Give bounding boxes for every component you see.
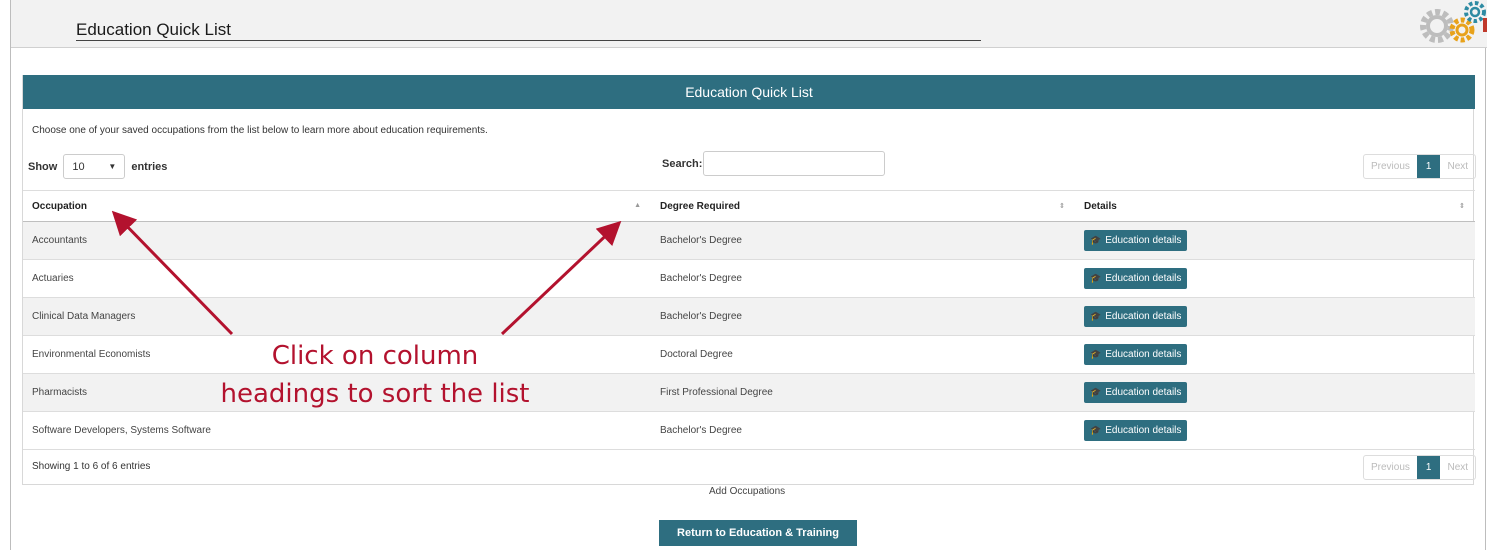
arrow-to-degree-header (500, 220, 622, 336)
annotation-text-line-1: Click on column (271, 341, 479, 371)
annotation-text-line-2: headings to sort the list (220, 379, 530, 409)
annotation-arrows (111, 210, 622, 336)
arrow-to-occupation-header (111, 210, 234, 336)
